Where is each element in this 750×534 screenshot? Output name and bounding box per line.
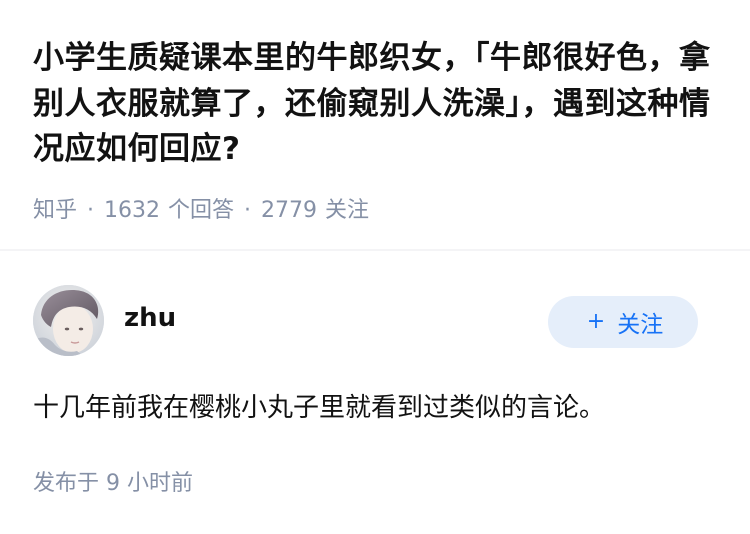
follow-button[interactable]: + 关注 (548, 296, 698, 348)
section-divider (0, 249, 750, 251)
answer-content[interactable]: 十几年前我在樱桃小丸子里就看到过类似的言论。 (33, 388, 605, 428)
source-label[interactable]: 知乎 (33, 198, 77, 223)
author-avatar[interactable] (33, 285, 104, 356)
answer-count: 1632 (104, 198, 161, 223)
avatar-photo-icon (33, 285, 104, 356)
question-meta: 知乎 · 1632 个回答 · 2779 关注 (33, 196, 369, 226)
meta-separator: · (244, 198, 252, 223)
timestamp-prefix: 发布于 (33, 471, 100, 496)
author-name[interactable]: zhu (124, 301, 176, 335)
plus-icon: + (586, 309, 606, 334)
question-header: 小学生质疑课本里的牛郎织女，「牛郎很好色，拿别人衣服就算了，还偷窥别人洗澡」，遇… (0, 0, 750, 250)
timestamp-value: 9 小时前 (106, 471, 194, 496)
meta-separator: · (87, 198, 95, 223)
follower-count-label: 关注 (325, 198, 370, 223)
question-title[interactable]: 小学生质疑课本里的牛郎织女，「牛郎很好色，拿别人衣服就算了，还偷窥别人洗澡」，遇… (33, 36, 723, 173)
follow-button-label: 关注 (617, 312, 664, 338)
answer-timestamp: 发布于 9 小时前 (33, 469, 193, 499)
follower-count: 2779 (261, 198, 318, 223)
answer-count-label: 个回答 (168, 198, 235, 223)
